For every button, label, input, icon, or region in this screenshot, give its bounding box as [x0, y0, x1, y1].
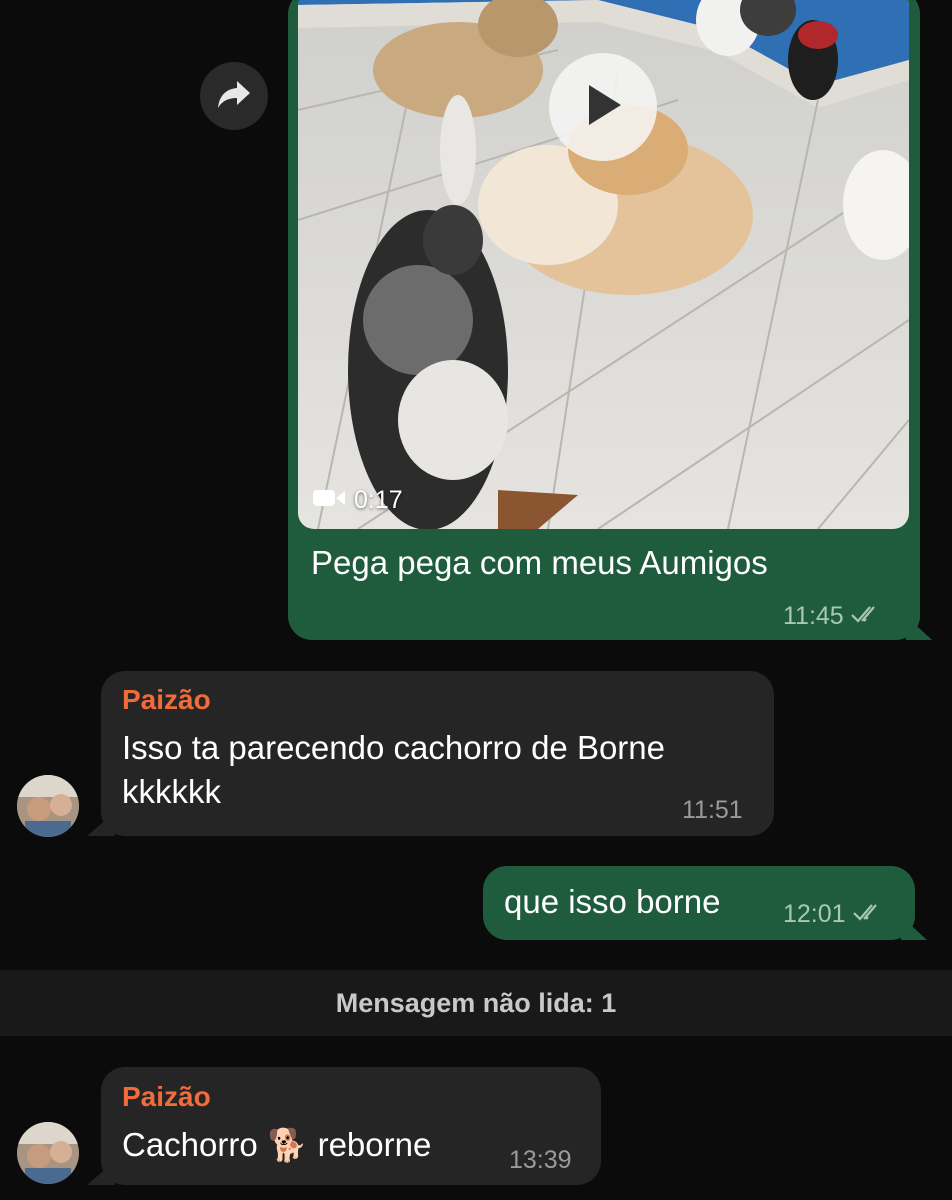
message-text-part: Cachorro [122, 1126, 258, 1163]
message-text-line: kkkkkk [122, 773, 221, 810]
message-timestamp: 11:51 [682, 796, 743, 824]
message-text: que isso borne [504, 883, 721, 920]
timestamp-label: 12:01 [783, 900, 846, 928]
message-timestamp: 13:39 [509, 1146, 572, 1174]
sender-name[interactable]: Paizão [122, 1081, 211, 1113]
unread-messages-banner: Mensagem não lida: 1 [0, 970, 952, 1036]
forward-button[interactable] [200, 62, 268, 130]
video-caption: Pega pega com meus Aumigos [311, 544, 768, 581]
sender-name[interactable]: Paizão [122, 684, 211, 716]
play-button[interactable] [549, 53, 657, 161]
avatar[interactable] [17, 775, 79, 837]
double-check-icon [852, 900, 884, 929]
video-camera-icon [312, 486, 346, 515]
message-text-line: Isso ta parecendo cachorro de Borne [122, 729, 666, 766]
avatar[interactable] [17, 1122, 79, 1184]
unread-banner-label: Mensagem não lida: 1 [335, 987, 617, 1018]
timestamp-label: 11:45 [783, 602, 844, 630]
message-text-part: reborne [317, 1126, 432, 1163]
message-text: Cachorro 🐕 reborne [122, 1123, 431, 1167]
double-check-icon [850, 602, 882, 631]
play-icon [583, 83, 623, 132]
message-timestamp: 12:01 [783, 900, 884, 929]
video-duration: 0:17 [312, 486, 403, 515]
forward-arrow-icon [217, 79, 251, 114]
message-timestamp: 11:45 [783, 602, 882, 631]
dog-emoji: 🐕 [267, 1127, 308, 1163]
video-duration-label: 0:17 [354, 486, 403, 514]
